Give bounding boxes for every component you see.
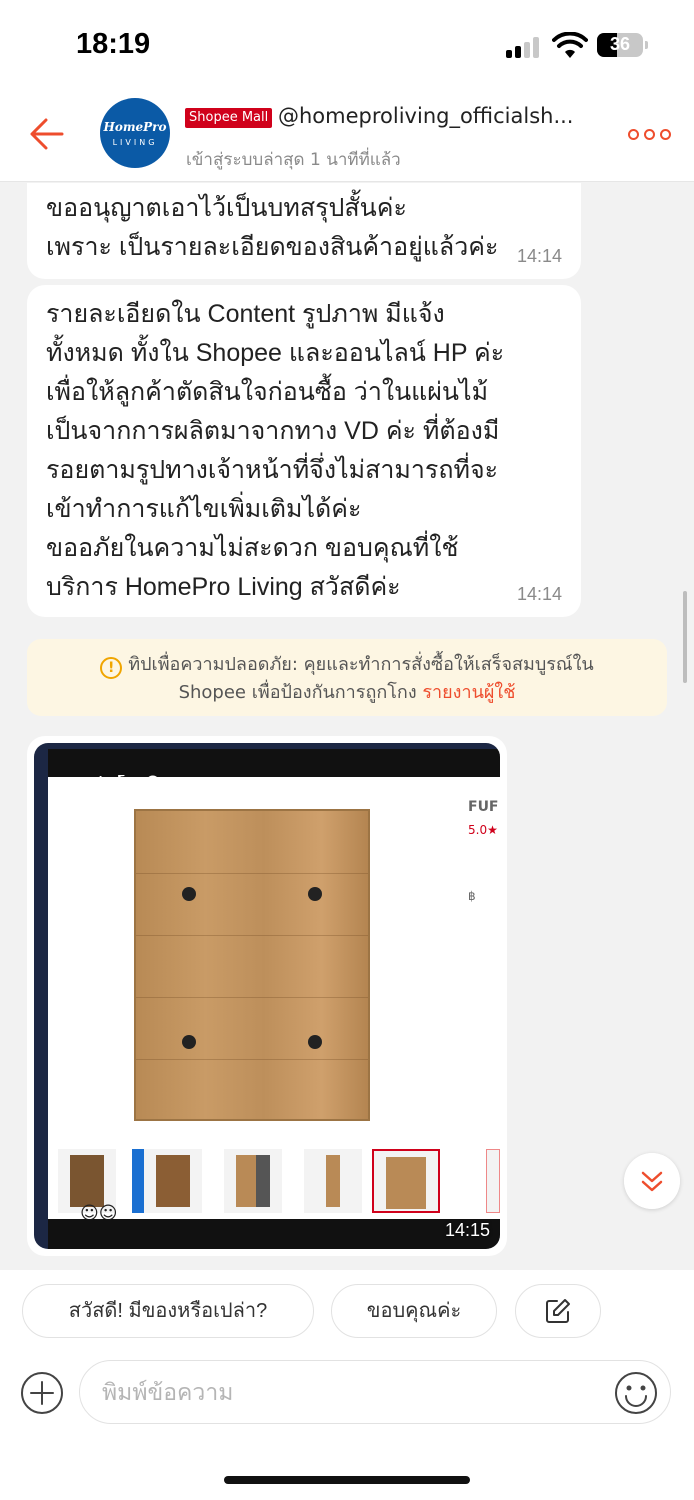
image-bottombar <box>48 1219 500 1249</box>
safety-tip-line2: Shopee เพื่อป้องกันการถูกโกง รายงานผู้ใช… <box>27 679 667 706</box>
warning-icon: ! <box>100 657 123 679</box>
edit-pencil-icon <box>546 1299 570 1323</box>
message-bubble[interactable]: รายละเอียดใน Content รูปภาพ มีแจ้ง ทั้งห… <box>27 285 581 617</box>
thumbnail-selected <box>372 1149 440 1213</box>
battery-icon: 36 <box>597 33 643 57</box>
side-text-3: ฿ <box>468 889 476 903</box>
smiley-icon[interactable] <box>614 1371 658 1415</box>
zoom-tools: − + ⤡ ⟲ <box>66 771 160 796</box>
safety-tip-text: ทิปเพื่อความปลอดภัย: คุยและทำการสั่งซื้อ… <box>128 654 594 675</box>
thumbnail <box>144 1149 202 1213</box>
back-arrow-icon[interactable] <box>22 112 66 156</box>
message-input-container[interactable] <box>79 1360 671 1424</box>
side-text-1: FUF <box>468 799 499 815</box>
safety-tip-banner: ! ทิปเพื่อความปลอดภัย: คุยและทำการสั่งซื้… <box>27 639 667 716</box>
shopee-mall-badge: Shopee Mall <box>185 108 273 128</box>
chat-header: HomePro LIVING Shopee Mall @homeprolivin… <box>0 86 694 182</box>
message-text: ขออนุญาตเอาไว้เป็นบทสรุปสั้นค่ะ เพราะ เป… <box>46 194 499 261</box>
cellular-signal-icon <box>506 36 546 58</box>
battery-level: 36 <box>609 34 631 54</box>
image-time: 14:15 <box>444 1220 490 1240</box>
status-bar: 18:19 36 <box>0 0 694 86</box>
product-screenshot-image[interactable]: − + ⤡ ⟲ FUF 5.0★ ฿ ☺☺ 14:15 <box>34 743 500 1249</box>
home-indicator <box>224 1476 470 1484</box>
more-dots-icon[interactable] <box>628 124 672 144</box>
edit-quick-replies-button[interactable] <box>515 1284 601 1338</box>
cabinet-panel-image <box>134 809 370 1121</box>
safety-tip-line1: ! ทิปเพื่อความปลอดภัย: คุยและทำการสั่งซื้… <box>27 651 667 679</box>
thumbnail <box>224 1149 282 1213</box>
image-content: − + ⤡ ⟲ FUF 5.0★ ฿ ☺☺ <box>48 749 500 1249</box>
wifi-icon <box>552 32 588 58</box>
chat-messages[interactable]: ขออนุญาตเอาไว้เป็นบทสรุปสั้นค่ะ เพราะ เป… <box>0 183 694 1270</box>
quick-reply-button[interactable]: ขอบคุณค่ะ <box>331 1284 497 1338</box>
report-user-link[interactable]: รายงานผู้ใช้ <box>422 682 515 703</box>
quick-reply-button[interactable]: สวัสดี! มีของหรือเปล่า? <box>22 1284 314 1338</box>
message-bubble[interactable]: ขออนุญาตเอาไว้เป็นบทสรุปสั้นค่ะ เพราะ เป… <box>27 183 581 279</box>
status-time: 18:19 <box>76 28 151 60</box>
message-time: 14:14 <box>516 246 562 266</box>
shop-avatar[interactable]: HomePro LIVING <box>100 98 170 168</box>
battery-tip <box>645 41 648 49</box>
side-text-2: 5.0★ <box>468 823 498 837</box>
scrollbar[interactable] <box>683 591 687 683</box>
message-input[interactable] <box>102 1369 602 1415</box>
shop-name[interactable]: @homeproliving_officialsh... <box>278 104 573 128</box>
avatar-sub: LIVING <box>112 138 158 147</box>
message-text: รายละเอียดใน Content รูปภาพ มีแจ้ง ทั้งห… <box>46 300 505 601</box>
avatar-brand: HomePro <box>103 120 167 134</box>
last-seen-status: เข้าสู่ระบบล่าสุด 1 นาทีที่แล้ว <box>186 150 401 170</box>
message-time: 14:14 <box>516 584 562 604</box>
thumbnail <box>304 1149 362 1213</box>
thumbnail <box>486 1149 500 1213</box>
safety-tip-text-2: Shopee เพื่อป้องกันการถูกโกง <box>178 682 417 703</box>
composer-area: สวัสดี! มีของหรือเปล่า? ขอบคุณค่ะ <box>0 1270 694 1500</box>
image-message[interactable]: − + ⤡ ⟲ FUF 5.0★ ฿ ☺☺ 14:15 <box>27 736 507 1256</box>
double-chevron-down-icon[interactable] <box>624 1153 680 1209</box>
plus-circle-icon[interactable] <box>20 1371 64 1415</box>
